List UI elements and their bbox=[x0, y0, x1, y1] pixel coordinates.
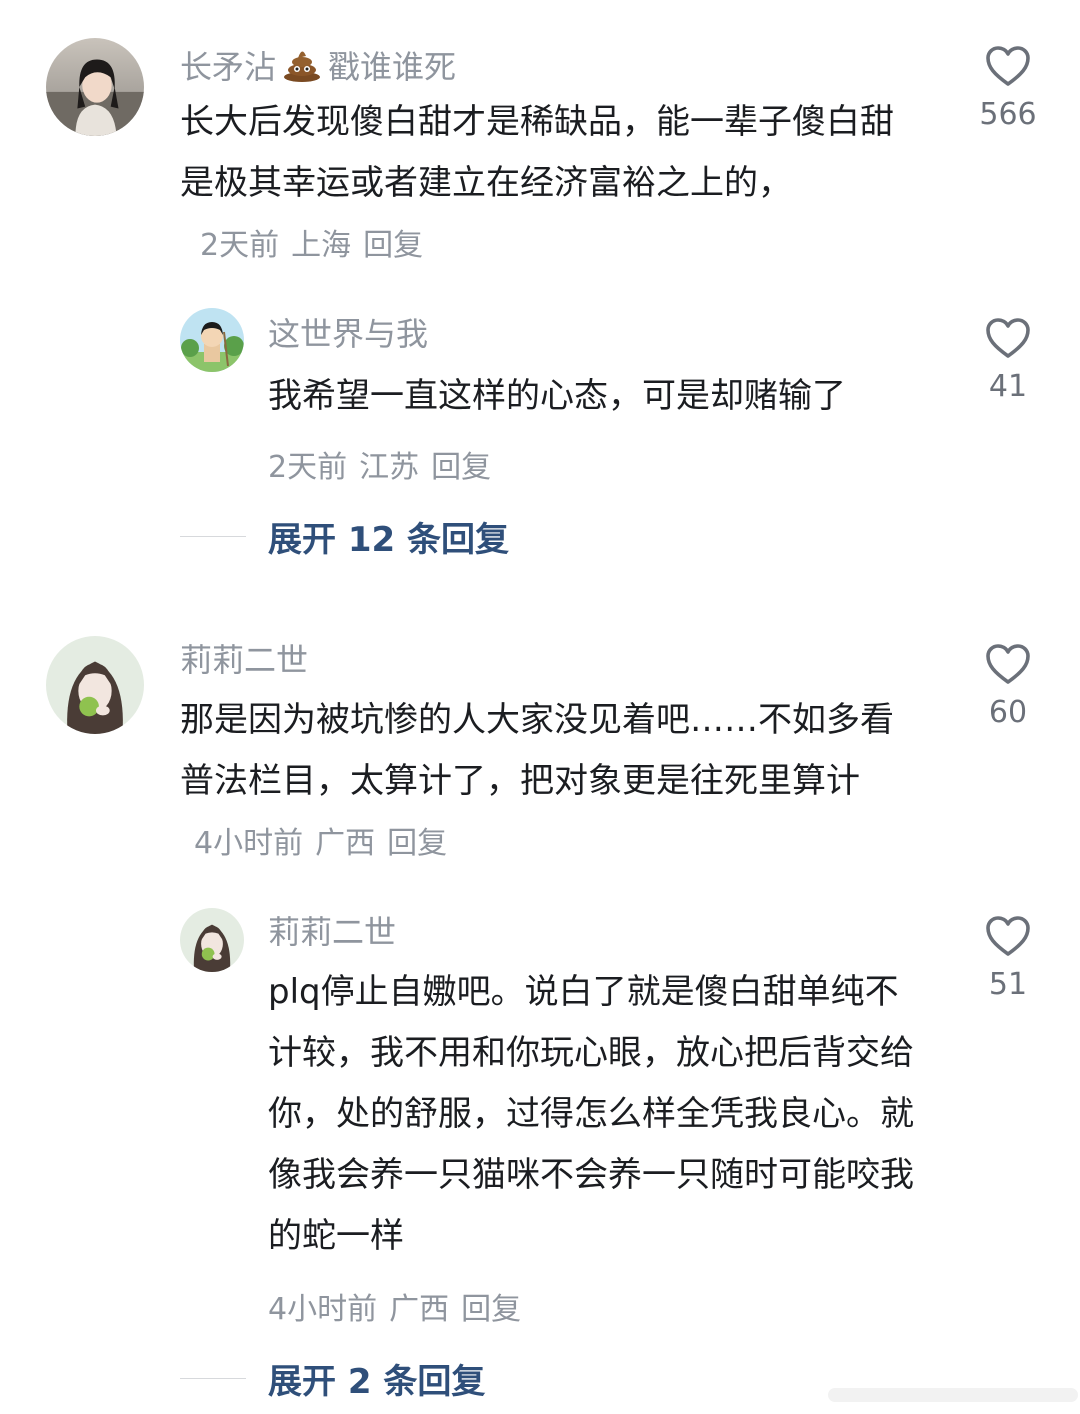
reply-button[interactable]: 回复 bbox=[363, 228, 423, 263]
like-count: 51 bbox=[988, 967, 1028, 1002]
reply-text: plq停止自嫐吧。说白了就是傻白甜单纯不计较，我不用和你玩心眼，放心把后背交给你… bbox=[268, 972, 914, 1256]
like-button[interactable]: 60 bbox=[968, 642, 1048, 728]
divider bbox=[180, 536, 246, 537]
comment-meta: 4小时前 广西 回复 bbox=[194, 826, 459, 861]
comment-time: 2天前 bbox=[200, 228, 280, 263]
reply-button[interactable]: 回复 bbox=[387, 826, 447, 861]
avatar[interactable] bbox=[46, 636, 144, 734]
avatar[interactable] bbox=[180, 308, 244, 372]
heart-outline-icon bbox=[986, 916, 1030, 956]
avatar[interactable] bbox=[180, 908, 244, 972]
reply-meta: 2天前 江苏 回复 bbox=[268, 442, 503, 486]
comment-username[interactable]: 莉莉二世 bbox=[180, 644, 308, 676]
reply-location: 江苏 bbox=[359, 450, 420, 485]
watermark-icon bbox=[828, 1388, 1078, 1402]
comment-meta: 2天前 上海 回复 bbox=[200, 228, 435, 263]
comment-text: 那是因为被坑惨的人大家没见着吧……不如多看普法栏目，太算计了，把对象更是往死里算… bbox=[180, 700, 894, 861]
comment-text: 长大后发现傻白甜才是稀缺品，能一辈子傻白甜是极其幸运或者建立在经济富裕之上的， … bbox=[180, 102, 894, 263]
heart-outline-icon bbox=[986, 644, 1030, 684]
comment-time: 4小时前 bbox=[194, 826, 304, 861]
like-button[interactable]: 51 bbox=[968, 914, 1048, 1000]
like-count: 60 bbox=[988, 695, 1028, 730]
expand-replies-label: 展开 12 条回复 bbox=[268, 520, 509, 560]
reply-time: 4小时前 bbox=[268, 1292, 378, 1327]
reply-location: 广西 bbox=[389, 1292, 450, 1327]
avatar[interactable] bbox=[46, 38, 144, 136]
reply-button[interactable]: 回复 bbox=[461, 1292, 521, 1327]
divider bbox=[180, 1378, 246, 1379]
comment-username[interactable]: 长矛沾 戳谁谁死 bbox=[180, 46, 456, 87]
like-count: 41 bbox=[988, 369, 1028, 404]
reply-username[interactable]: 莉莉二世 bbox=[268, 916, 396, 948]
reply-username[interactable]: 这世界与我 bbox=[268, 318, 428, 350]
expand-replies-label: 展开 2 条回复 bbox=[268, 1362, 486, 1402]
like-button[interactable]: 566 bbox=[968, 44, 1048, 130]
expand-replies-button[interactable]: 展开 2 条回复 bbox=[180, 1354, 485, 1403]
comment-location: 广西 bbox=[315, 826, 376, 861]
like-count: 566 bbox=[979, 97, 1037, 132]
poop-emoji-icon bbox=[282, 46, 322, 87]
like-button[interactable]: 41 bbox=[968, 316, 1048, 402]
reply-button[interactable]: 回复 bbox=[431, 450, 491, 485]
reply-time: 2天前 bbox=[268, 450, 348, 485]
comment-location: 上海 bbox=[291, 228, 352, 263]
expand-replies-button[interactable]: 展开 12 条回复 bbox=[180, 512, 509, 561]
heart-outline-icon bbox=[986, 46, 1030, 86]
heart-outline-icon bbox=[986, 318, 1030, 358]
reply-meta: 4小时前 广西 回复 bbox=[268, 1284, 533, 1328]
reply-text: 我希望一直这样的心态，可是却赌输了 bbox=[268, 376, 846, 416]
